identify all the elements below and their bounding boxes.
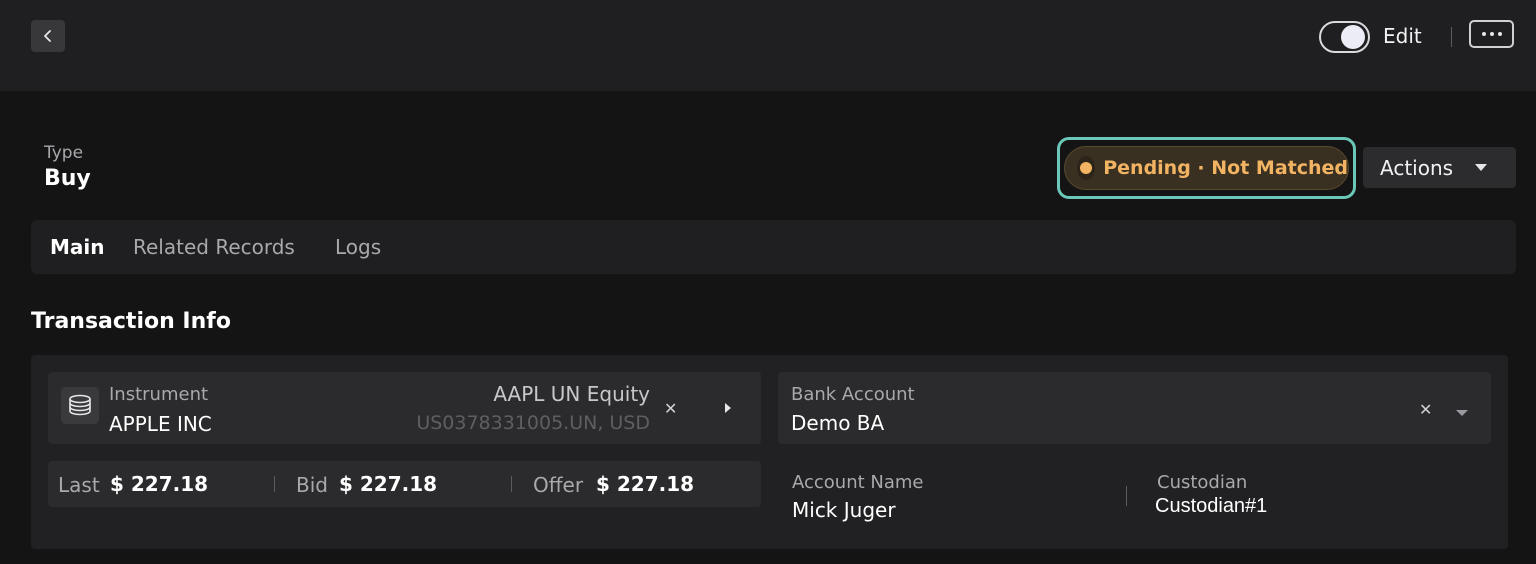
offer-value: $ 227.18 — [596, 472, 695, 496]
tab-logs[interactable]: Logs — [335, 235, 381, 259]
status-text: Pending · Not Matched — [1103, 157, 1348, 179]
custodian-label: Custodian — [1157, 472, 1248, 493]
custodian-value: Custodian#1 — [1155, 495, 1268, 517]
last-value: $ 227.18 — [110, 472, 209, 496]
bid-value: $ 227.18 — [339, 472, 438, 496]
clear-instrument-icon[interactable]: ✕ — [664, 399, 677, 418]
bank-account-value: Demo BA — [791, 411, 885, 435]
back-button[interactable] — [31, 20, 65, 52]
offer-label: Offer — [533, 473, 584, 497]
toggle-knob — [1341, 25, 1365, 49]
caret-down-icon — [1475, 164, 1487, 171]
instrument-label: Instrument — [109, 384, 209, 405]
divider — [274, 476, 275, 492]
more-icon — [1481, 32, 1486, 36]
more-options-button[interactable] — [1469, 20, 1514, 48]
tab-bar: Main Related Records Logs — [31, 220, 1516, 274]
actions-dropdown-button[interactable]: Actions — [1363, 147, 1516, 188]
more-icon-dot — [1489, 32, 1494, 36]
instrument-ticker: AAPL UN Equity — [493, 382, 650, 406]
chevron-left-icon — [44, 30, 51, 42]
actions-label: Actions — [1380, 156, 1454, 180]
tab-related-records[interactable]: Related Records — [133, 235, 295, 259]
coins-icon-svg — [69, 394, 91, 415]
account-name-label: Account Name — [792, 472, 924, 493]
status-dot-icon — [1077, 156, 1096, 180]
status-dot — [1080, 162, 1093, 174]
caret-down-icon[interactable] — [1456, 410, 1468, 416]
edit-toggle[interactable] — [1319, 21, 1370, 53]
type-value: Buy — [44, 166, 91, 191]
coins-icon — [61, 387, 99, 424]
instrument-isin: US0378331005.UN, USD — [416, 412, 650, 434]
bank-account-label: Bank Account — [791, 384, 915, 405]
more-icon-dot — [1497, 32, 1502, 36]
top-bar — [0, 0, 1536, 91]
divider — [511, 476, 512, 492]
divider — [1126, 486, 1127, 506]
clear-bank-account-icon[interactable]: ✕ — [1419, 400, 1432, 419]
bank-account-select[interactable] — [778, 372, 1491, 444]
bid-label: Bid — [296, 473, 328, 497]
section-title: Transaction Info — [31, 309, 231, 334]
caret-right-icon[interactable] — [725, 403, 731, 413]
instrument-name: APPLE INC — [109, 412, 212, 436]
status-badge[interactable]: Pending · Not Matched — [1064, 146, 1349, 190]
tab-main[interactable]: Main — [50, 235, 105, 259]
type-label: Type — [44, 143, 84, 163]
last-label: Last — [58, 473, 100, 497]
account-name-value: Mick Juger — [792, 498, 896, 522]
divider — [1451, 27, 1452, 47]
edit-label: Edit — [1383, 24, 1422, 48]
